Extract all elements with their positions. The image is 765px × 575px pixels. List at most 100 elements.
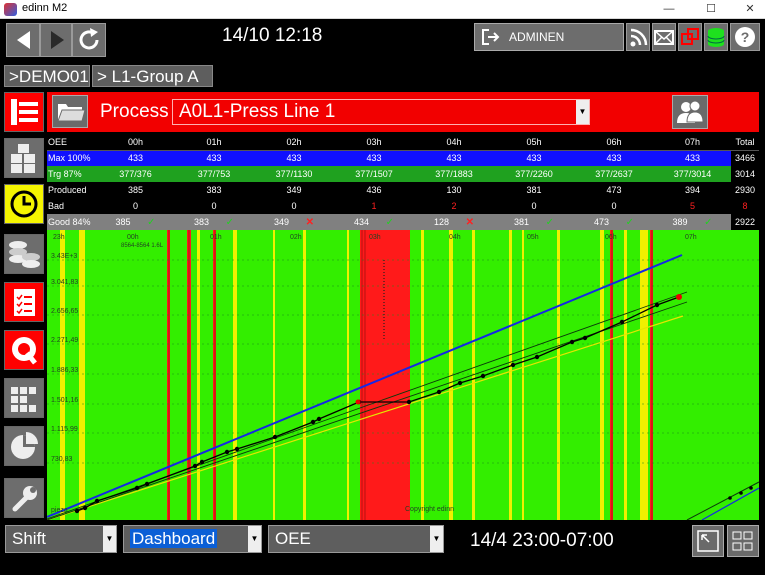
data-point (457, 380, 463, 386)
data-point (355, 399, 361, 405)
data-point (74, 508, 80, 514)
sidebar-inventory-button[interactable] (4, 138, 44, 178)
data-point (654, 302, 660, 308)
table-cell: 434 ✓ (334, 214, 414, 230)
windows-button[interactable] (678, 23, 702, 51)
rss-icon (630, 28, 648, 47)
chevron-down-icon: ▼ (248, 526, 261, 552)
mail-icon (654, 30, 674, 45)
close-button[interactable]: ✕ (735, 0, 765, 19)
metric-select[interactable]: OEE ▼ (268, 525, 444, 553)
grid-view-button[interactable] (727, 525, 759, 557)
sidebar-coins-button[interactable] (4, 234, 44, 274)
boxes-icon (11, 144, 35, 173)
breadcrumb-demo[interactable]: >DEMO01 (4, 65, 90, 87)
data-point (144, 481, 150, 487)
refresh-button[interactable] (72, 23, 106, 57)
shift-select[interactable]: Shift ▼ (5, 525, 117, 553)
sidebar-dashboard-button[interactable] (4, 378, 44, 418)
table-cell: 1 (371, 201, 377, 211)
table-cell: 433 (606, 153, 622, 164)
status-band (650, 230, 653, 520)
table-cell: 381 ✓ (494, 214, 574, 230)
forward-button[interactable] (40, 23, 72, 57)
pie-chart-icon (11, 432, 38, 459)
sidebar-checklist-button[interactable] (4, 282, 44, 322)
fullscreen-icon (697, 530, 719, 552)
sidebar-history-button[interactable] (4, 184, 44, 224)
metric-select-value: OEE (275, 529, 311, 548)
table-cell: 433 (446, 153, 462, 164)
cell-value: 473 (594, 216, 610, 227)
row-label: Produced (48, 185, 87, 195)
row-label: Good 84% (48, 217, 91, 227)
status-band (360, 230, 410, 520)
mail-button[interactable] (652, 23, 676, 51)
status-band (624, 230, 627, 520)
table-cell: 385 ✓ (97, 214, 174, 230)
x-tick-label: 04h (449, 234, 461, 241)
data-point (134, 485, 140, 491)
data-point (619, 319, 625, 325)
x-tick-label: 01h (210, 234, 222, 241)
table-cell: 377/376 (119, 169, 152, 179)
column-header: Total (731, 134, 759, 151)
help-button[interactable]: ? (730, 23, 760, 51)
table-cell: 383 ✓ (174, 214, 254, 230)
cross-icon: ✕ (305, 216, 314, 228)
data-point (510, 362, 516, 368)
user-button[interactable]: ADMINEN (474, 23, 624, 51)
table-cell: 394 (684, 185, 701, 195)
shift-select-value: Shift (12, 529, 47, 548)
status-band (79, 230, 85, 520)
data-point (82, 505, 88, 511)
data-point (728, 496, 732, 500)
view-select[interactable]: Dashboard ▼ (123, 525, 262, 553)
open-folder-button[interactable] (52, 95, 88, 128)
data-point (582, 335, 588, 341)
data-point (676, 294, 682, 300)
minimize-button[interactable]: — (654, 0, 684, 19)
sidebar-reports-button[interactable] (4, 426, 44, 466)
rss-button[interactable] (626, 23, 650, 51)
chart-annotation: 8564-8564 1.6L (121, 243, 164, 249)
table-cell: 389 ✓ (654, 214, 731, 230)
y-tick-label: 1.501,16 (51, 397, 78, 404)
status-band (421, 230, 424, 520)
check-icon: ✓ (385, 216, 394, 228)
column-header: 07h (654, 134, 731, 151)
fullscreen-button[interactable] (692, 525, 724, 557)
x-tick-label: 23h (53, 234, 65, 241)
x-tick-label: 00h (127, 234, 139, 241)
column-header: 00h (97, 134, 174, 151)
table-header-row: OEE 00h 01h 02h 03h 04h 05h 06h 07h Tota… (47, 134, 759, 151)
data-point (272, 434, 278, 440)
table-row: Bad 0 0 0 1 2 0 0 5 8 (47, 198, 759, 214)
sidebar-settings-button[interactable] (4, 478, 44, 518)
table-cell: 349 ✕ (254, 214, 334, 230)
table-cell: 436 (366, 185, 382, 195)
data-point (199, 459, 205, 465)
table-cell: 433 (366, 153, 382, 164)
top-bar (0, 19, 765, 63)
back-button[interactable] (6, 23, 40, 57)
table-cell: 128 ✕ (414, 214, 494, 230)
status-band (509, 230, 512, 520)
row-total: 3014 (731, 166, 759, 182)
sidebar-menu-button[interactable] (4, 92, 44, 132)
database-button[interactable] (704, 23, 728, 51)
column-header: 05h (494, 134, 574, 151)
users-button[interactable] (672, 95, 708, 129)
users-icon (677, 100, 704, 123)
table-cell: 433 (127, 153, 144, 164)
maximize-button[interactable]: ☐ (696, 0, 726, 19)
breadcrumb-group[interactable]: > L1-Group A (92, 65, 213, 87)
tiles-icon (11, 387, 36, 412)
sidebar-quality-button[interactable] (4, 330, 44, 370)
table-cell: 377/3014 (673, 169, 712, 179)
process-select[interactable]: A0L1-Press Line 1 ▼ (172, 99, 590, 125)
row-label: Bad (48, 201, 65, 211)
data-point (94, 498, 100, 504)
x-tick-label: 02h (290, 234, 302, 241)
window-titlebar: edinn M2 — ☐ ✕ (0, 0, 765, 19)
